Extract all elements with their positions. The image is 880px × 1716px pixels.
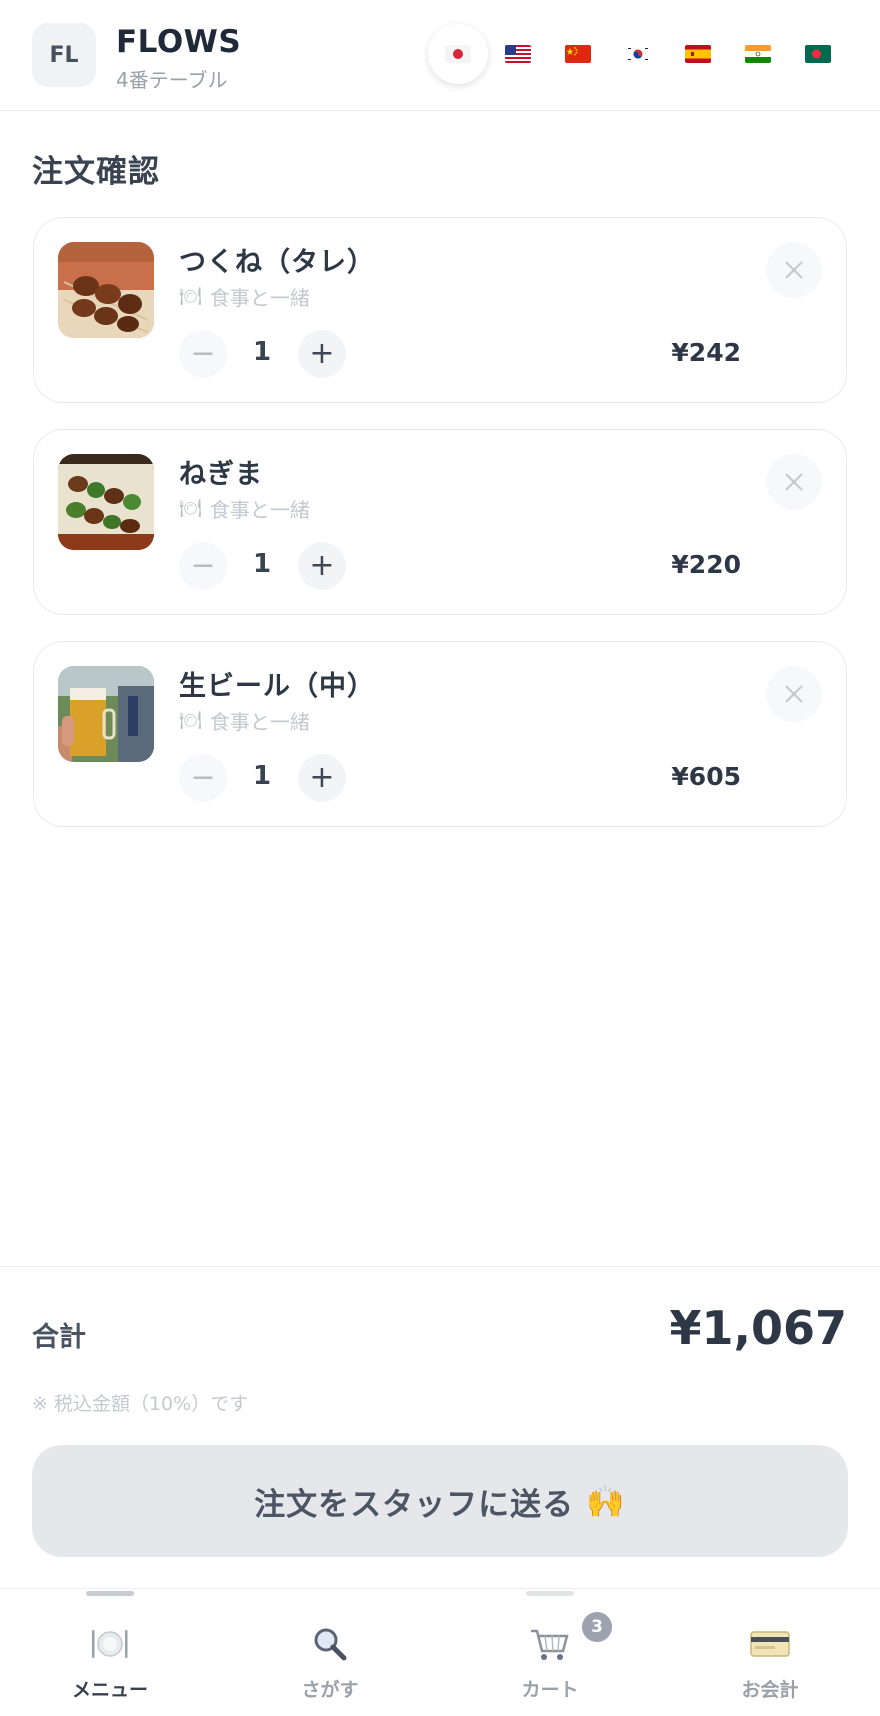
item-name: 生ビール（中） [179, 671, 375, 702]
remove-item-button[interactable] [766, 454, 822, 510]
item-quantity: 1 [252, 761, 272, 791]
lang-spanish-button[interactable] [668, 24, 728, 84]
item-note-text: 食事と一緒 [209, 286, 310, 310]
language-switcher [428, 22, 848, 86]
cart-item: 生ビール（中） 🍽 食事と一緒 − 1 + ¥605 [33, 641, 847, 827]
shop-avatar: FL [32, 23, 96, 87]
credit-card-icon [749, 1625, 791, 1663]
item-note-text: 食事と一緒 [209, 498, 310, 522]
order-summary: 合計 ¥1,067 ※ 税込金額（10%）です 注文をスタッフに送る 🙌 [0, 1266, 880, 1588]
cart-item: つくね（タレ） 🍽 食事と一緒 − 1 + ¥242 [33, 217, 847, 403]
lang-korean-button[interactable] [608, 24, 668, 84]
item-note: 🍽 食事と一緒 [179, 282, 310, 311]
plate-icon: 🍽 [179, 498, 202, 519]
item-note-text: 食事と一緒 [209, 710, 310, 734]
remove-item-button[interactable] [766, 666, 822, 722]
lang-hindi-button[interactable] [728, 24, 788, 84]
remove-item-button[interactable] [766, 242, 822, 298]
bangladesh-flag-icon [805, 45, 831, 63]
item-note: 🍽 食事と一緒 [179, 706, 310, 735]
item-quantity: 1 [252, 549, 272, 579]
item-image-negima [58, 454, 154, 550]
nav-search-label: さがす [301, 1679, 359, 1701]
lang-japanese-button[interactable] [428, 24, 488, 84]
nav-search[interactable]: さがす [220, 1589, 440, 1716]
india-flag-icon [745, 45, 771, 63]
lang-english-button[interactable] [488, 24, 548, 84]
item-image-tsukune [58, 242, 154, 338]
lang-chinese-button[interactable] [548, 24, 608, 84]
item-name: ねぎま [179, 459, 263, 490]
cart-icon [529, 1625, 571, 1663]
magnifier-icon [310, 1625, 350, 1663]
china-flag-icon [565, 45, 591, 63]
plate-icon: 🍽 [179, 286, 202, 307]
nav-menu-label: メニュー [71, 1679, 148, 1701]
item-image-beer [58, 666, 154, 762]
tax-note: ※ 税込金額（10%）です [32, 1393, 249, 1415]
cart-count-badge: 3 [582, 1612, 612, 1642]
raised-hands-icon: 🙌 [586, 1483, 626, 1520]
close-icon [785, 261, 803, 279]
usa-flag-icon [505, 45, 531, 63]
nav-checkout[interactable]: お会計 [660, 1589, 880, 1716]
plate-cutlery-icon [90, 1625, 130, 1663]
increase-quantity-button[interactable]: + [298, 754, 346, 802]
item-name: つくね（タレ） [179, 247, 375, 278]
decrease-quantity-button[interactable]: − [179, 330, 227, 378]
close-icon [785, 685, 803, 703]
app-header: FL FLOWS 4番テーブル [0, 0, 880, 111]
total-value: ¥1,067 [669, 1301, 847, 1355]
send-order-label: 注文をスタッフに送る [254, 1486, 575, 1523]
shop-name: FLOWS [116, 24, 242, 60]
bottom-navigation: メニュー さがす 3 カート お会計 [0, 1588, 880, 1716]
spain-flag-icon [685, 45, 711, 63]
nav-cart-label: カート [521, 1679, 579, 1701]
plate-icon: 🍽 [179, 710, 202, 731]
item-note: 🍽 食事と一緒 [179, 494, 310, 523]
lang-bengali-button[interactable] [788, 24, 848, 84]
item-price: ¥605 [671, 762, 741, 791]
nav-active-indicator [526, 1591, 574, 1596]
item-price: ¥220 [671, 550, 741, 579]
total-label: 合計 [32, 1322, 86, 1353]
item-quantity: 1 [252, 337, 272, 367]
increase-quantity-button[interactable]: + [298, 330, 346, 378]
nav-checkout-label: お会計 [741, 1679, 799, 1701]
table-number: 4番テーブル [116, 68, 228, 92]
page-title: 注文確認 [32, 154, 160, 190]
korea-flag-icon [625, 45, 651, 63]
close-icon [785, 473, 803, 491]
send-order-button[interactable]: 注文をスタッフに送る 🙌 [32, 1445, 848, 1557]
japan-flag-icon [445, 45, 471, 63]
decrease-quantity-button[interactable]: − [179, 754, 227, 802]
nav-active-indicator [86, 1591, 134, 1596]
nav-menu[interactable]: メニュー [0, 1589, 220, 1716]
decrease-quantity-button[interactable]: − [179, 542, 227, 590]
item-price: ¥242 [671, 338, 741, 367]
increase-quantity-button[interactable]: + [298, 542, 346, 590]
cart-item: ねぎま 🍽 食事と一緒 − 1 + ¥220 [33, 429, 847, 615]
nav-cart[interactable]: 3 カート [440, 1589, 660, 1716]
